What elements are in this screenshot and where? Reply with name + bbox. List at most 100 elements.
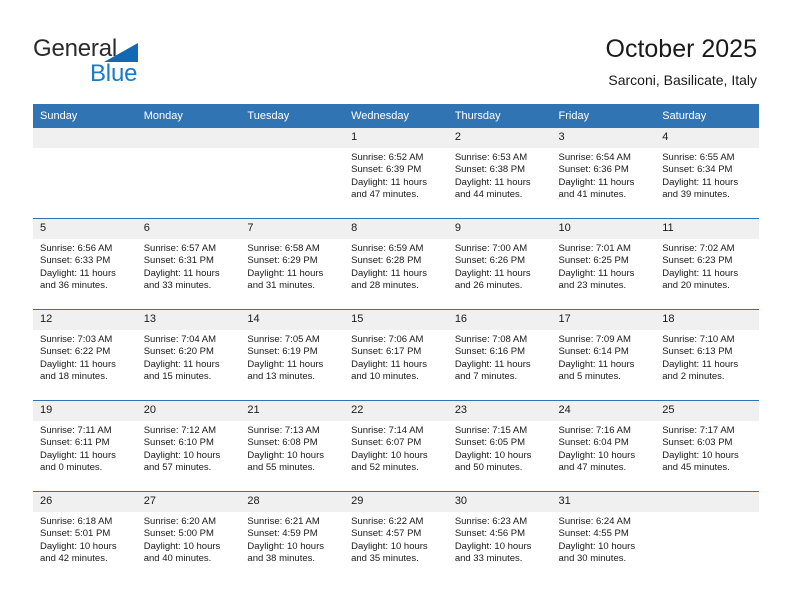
daylight-duration-line1: Daylight: 11 hours — [351, 358, 427, 370]
daylight-duration-line2: and 31 minutes. — [247, 279, 316, 291]
sun-info: Sunrise: 6:58 AM Sunset: 6:29 PM Daylight:… — [240, 239, 344, 292]
calendar-day-cell[interactable]: 21 Sunrise: 7:13 AM Sunset: 6:08 PM Dayligh… — [240, 400, 345, 492]
calendar-day-cell[interactable]: 6 Sunrise: 6:57 AM Sunset: 6:31 PM Daylight… — [136, 218, 241, 310]
daylight-duration-line2: and 2 minutes. — [662, 370, 725, 382]
calendar-day-cell-empty — [240, 128, 345, 219]
calendar-day-cell[interactable]: 22 Sunrise: 7:14 AM Sunset: 6:07 PM Dayligh… — [344, 400, 448, 492]
day-number — [240, 128, 345, 148]
calendar-day-cell[interactable]: 10 Sunrise: 7:01 AM Sunset: 6:25 PM Dayligh… — [551, 218, 656, 310]
calendar-day-cell[interactable]: 13 Sunrise: 7:04 AM Sunset: 6:20 PM Dayligh… — [136, 309, 241, 401]
daylight-duration-line2: and 47 minutes. — [351, 188, 419, 200]
weekday-header-thursday: Thursday — [447, 104, 552, 128]
calendar-day-cell[interactable]: 30 Sunrise: 6:23 AM Sunset: 4:56 PM Dayligh… — [447, 491, 552, 582]
calendar-day-cell[interactable]: 14 Sunrise: 7:05 AM Sunset: 6:19 PM Dayligh… — [240, 309, 345, 401]
title-block: October 2025 Sarconi, Basilicate, Italy — [606, 34, 758, 90]
day-cell-content: 22 Sunrise: 7:14 AM Sunset: 6:07 PM Dayligh… — [344, 401, 448, 491]
calendar-day-cell[interactable]: 23 Sunrise: 7:15 AM Sunset: 6:05 PM Dayligh… — [447, 400, 552, 492]
calendar-day-cell[interactable]: 24 Sunrise: 7:16 AM Sunset: 6:04 PM Dayligh… — [551, 400, 656, 492]
calendar-day-cell[interactable]: 19 Sunrise: 7:11 AM Sunset: 6:11 PM Dayligh… — [33, 400, 137, 492]
calendar-day-cell[interactable]: 25 Sunrise: 7:17 AM Sunset: 6:03 PM Dayligh… — [655, 400, 759, 492]
day-number: 27 — [136, 492, 241, 512]
calendar-day-cell[interactable]: 3 Sunrise: 6:54 AM Sunset: 6:36 PM Daylight… — [551, 128, 656, 219]
calendar-day-cell[interactable]: 12 Sunrise: 7:03 AM Sunset: 6:22 PM Dayligh… — [33, 309, 137, 401]
day-number — [655, 492, 759, 512]
day-number: 15 — [344, 310, 448, 330]
calendar-day-cell[interactable]: 11 Sunrise: 7:02 AM Sunset: 6:23 PM Dayligh… — [655, 218, 759, 310]
day-number: 22 — [344, 401, 448, 421]
calendar-day-cell[interactable]: 1 Sunrise: 6:52 AM Sunset: 6:39 PM Daylight… — [344, 128, 448, 219]
sunset-time: Sunset: 6:23 PM — [662, 255, 733, 267]
calendar-day-cell[interactable]: 17 Sunrise: 7:09 AM Sunset: 6:14 PM Dayligh… — [551, 309, 656, 401]
calendar-day-cell[interactable]: 31 Sunrise: 6:24 AM Sunset: 4:55 PM Dayligh… — [551, 491, 656, 582]
sun-info: Sunrise: 6:18 AM Sunset: 5:01 PM Daylight:… — [33, 512, 137, 565]
calendar-day-cell[interactable]: 20 Sunrise: 7:12 AM Sunset: 6:10 PM Dayligh… — [136, 400, 241, 492]
sun-info: Sunrise: 7:14 AM Sunset: 6:07 PM Daylight:… — [344, 421, 448, 474]
calendar-day-cell[interactable]: 7 Sunrise: 6:58 AM Sunset: 6:29 PM Daylight… — [240, 218, 345, 310]
sunrise-time: Sunrise: 7:00 AM — [454, 243, 528, 254]
sunrise-time: Sunrise: 7:06 AM — [351, 334, 424, 345]
daylight-duration-line2: and 18 minutes. — [40, 370, 108, 382]
daylight-duration-line1: Daylight: 11 hours — [40, 267, 116, 279]
sunrise-time: Sunrise: 7:12 AM — [143, 425, 217, 436]
sunset-time: Sunset: 6:03 PM — [662, 437, 733, 449]
calendar-day-cell[interactable]: 9 Sunrise: 7:00 AM Sunset: 6:26 PM Daylight… — [447, 218, 552, 310]
sunset-time: Sunset: 6:25 PM — [558, 255, 629, 267]
calendar-day-cell[interactable]: 8 Sunrise: 6:59 AM Sunset: 6:28 PM Daylight… — [344, 218, 448, 310]
weekday-header-tuesday: Tuesday — [240, 104, 345, 128]
daylight-duration-line2: and 40 minutes. — [143, 552, 212, 564]
sunset-time: Sunset: 6:34 PM — [662, 164, 733, 176]
sunset-time: Sunset: 6:16 PM — [454, 346, 526, 358]
sunrise-time: Sunrise: 6:57 AM — [143, 243, 217, 254]
day-cell-content: 14 Sunrise: 7:05 AM Sunset: 6:19 PM Dayligh… — [240, 310, 345, 400]
calendar-day-cell[interactable]: 4 Sunrise: 6:55 AM Sunset: 6:34 PM Daylight… — [655, 128, 759, 219]
calendar-day-cell[interactable]: 26 Sunrise: 6:18 AM Sunset: 5:01 PM Dayligh… — [33, 491, 137, 582]
general-blue-logo[interactable]: General Blue — [33, 36, 233, 90]
calendar-day-cell[interactable]: 28 Sunrise: 6:21 AM Sunset: 4:59 PM Dayligh… — [240, 491, 345, 582]
day-number: 4 — [655, 128, 759, 148]
calendar-day-cell[interactable]: 27 Sunrise: 6:20 AM Sunset: 5:00 PM Dayligh… — [136, 491, 241, 582]
day-number: 17 — [551, 310, 656, 330]
day-cell-content: 16 Sunrise: 7:08 AM Sunset: 6:16 PM Dayligh… — [447, 310, 552, 400]
calendar-day-cell[interactable]: 2 Sunrise: 6:53 AM Sunset: 6:38 PM Daylight… — [447, 128, 552, 219]
sunrise-time: Sunrise: 7:09 AM — [558, 334, 631, 345]
sunset-time: Sunset: 6:19 PM — [247, 346, 318, 358]
sunset-time: Sunset: 6:13 PM — [662, 346, 733, 358]
day-cell-content: 6 Sunrise: 6:57 AM Sunset: 6:31 PM Daylight… — [136, 219, 241, 309]
day-cell-content: 21 Sunrise: 7:13 AM Sunset: 6:08 PM Dayligh… — [240, 401, 345, 491]
daylight-duration-line2: and 0 minutes. — [40, 461, 103, 473]
weekday-header-monday: Monday — [136, 104, 241, 128]
weekday-header-friday: Friday — [551, 104, 656, 128]
sunset-time: Sunset: 4:57 PM — [351, 528, 422, 540]
daylight-duration-line2: and 44 minutes. — [454, 188, 523, 200]
sunset-time: Sunset: 4:55 PM — [558, 528, 629, 540]
daylight-duration-line1: Daylight: 11 hours — [351, 176, 427, 188]
sunrise-time: Sunrise: 7:13 AM — [247, 425, 320, 436]
day-cell-content: 29 Sunrise: 6:22 AM Sunset: 4:57 PM Dayligh… — [344, 492, 448, 582]
calendar-day-cell[interactable]: 15 Sunrise: 7:06 AM Sunset: 6:17 PM Dayligh… — [344, 309, 448, 401]
day-number: 23 — [447, 401, 552, 421]
calendar-day-cell[interactable]: 5 Sunrise: 6:56 AM Sunset: 6:33 PM Daylight… — [33, 218, 137, 310]
day-number: 19 — [33, 401, 137, 421]
calendar-day-cell[interactable]: 29 Sunrise: 6:22 AM Sunset: 4:57 PM Dayligh… — [344, 491, 448, 582]
calendar-day-cell-empty — [136, 128, 241, 219]
daylight-duration-line1: Daylight: 11 hours — [247, 267, 324, 279]
day-number: 5 — [33, 219, 137, 239]
sun-info: Sunrise: 7:11 AM Sunset: 6:11 PM Daylight:… — [33, 421, 137, 474]
sun-info: Sunrise: 6:23 AM Sunset: 4:56 PM Daylight:… — [448, 512, 552, 565]
day-number: 7 — [240, 219, 345, 239]
daylight-duration-line2: and 13 minutes. — [247, 370, 316, 382]
sunset-time: Sunset: 6:36 PM — [558, 164, 629, 176]
calendar-day-cell[interactable]: 16 Sunrise: 7:08 AM Sunset: 6:16 PM Dayligh… — [447, 309, 552, 401]
sunrise-time: Sunrise: 7:10 AM — [662, 334, 735, 345]
day-cell-content — [655, 492, 759, 582]
daylight-duration-line1: Daylight: 11 hours — [247, 358, 324, 370]
sunrise-time: Sunrise: 6:55 AM — [662, 152, 735, 163]
day-cell-content: 20 Sunrise: 7:12 AM Sunset: 6:10 PM Dayligh… — [136, 401, 241, 491]
sunrise-time: Sunrise: 7:14 AM — [351, 425, 424, 436]
sun-info: Sunrise: 7:00 AM Sunset: 6:26 PM Daylight:… — [448, 239, 552, 292]
sunset-time: Sunset: 4:59 PM — [247, 528, 318, 540]
sunset-time: Sunset: 6:20 PM — [143, 346, 214, 358]
daylight-duration-line1: Daylight: 10 hours — [454, 449, 532, 461]
calendar-day-cell[interactable]: 18 Sunrise: 7:10 AM Sunset: 6:13 PM Dayligh… — [655, 309, 759, 401]
day-cell-content: 27 Sunrise: 6:20 AM Sunset: 5:00 PM Dayligh… — [136, 492, 241, 582]
